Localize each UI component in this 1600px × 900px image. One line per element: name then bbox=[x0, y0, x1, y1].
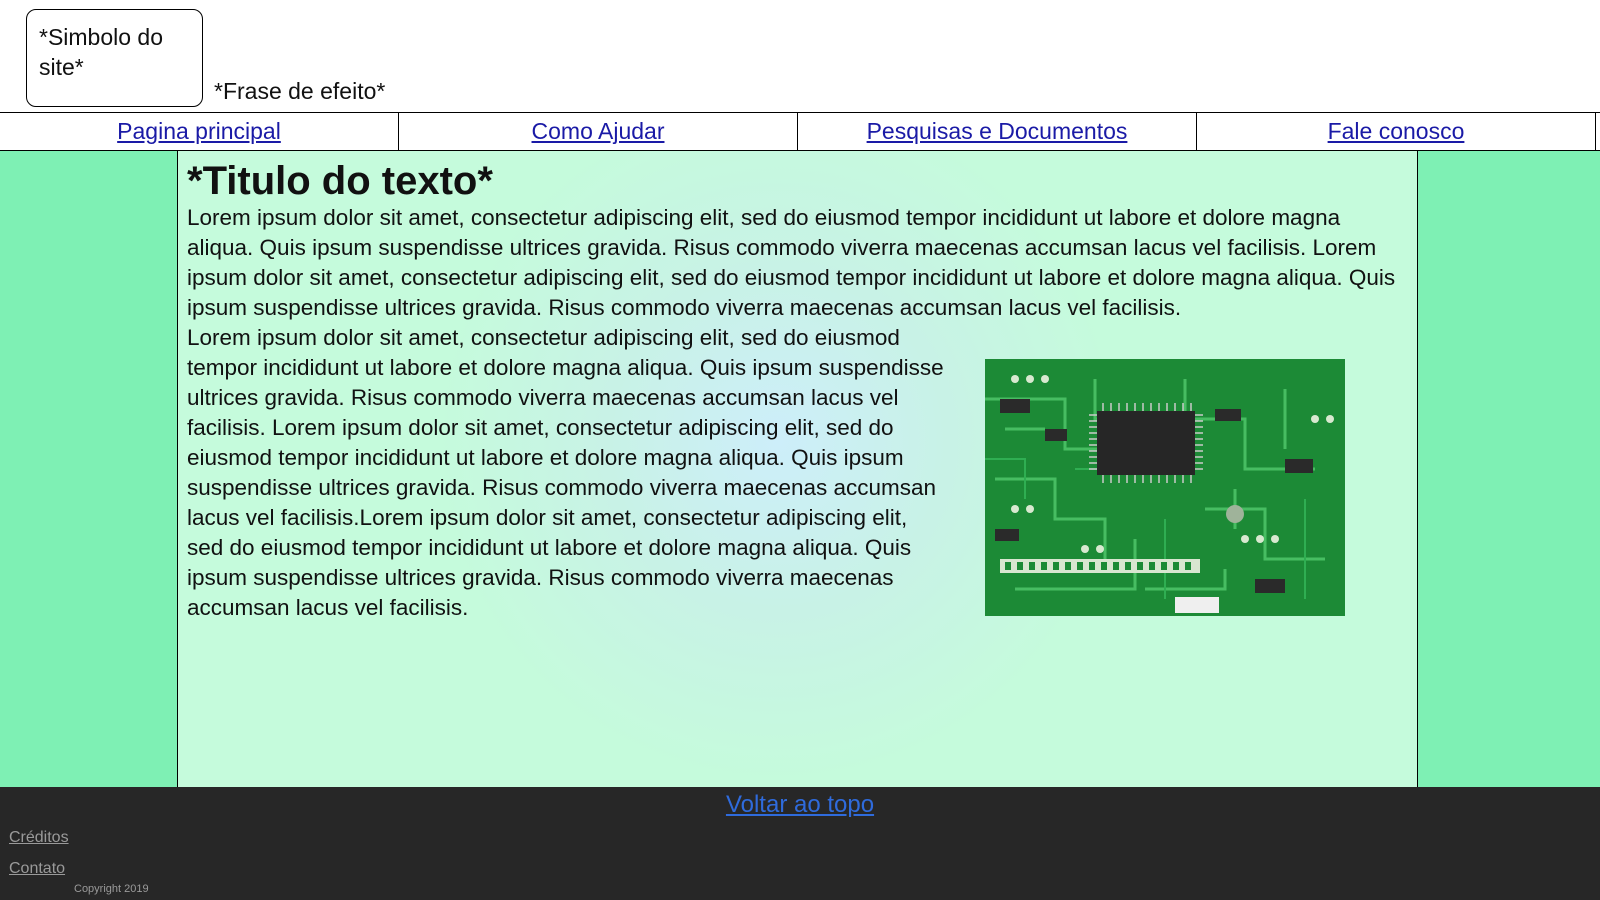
nav-link-how-to-help[interactable]: Como Ajudar bbox=[532, 118, 665, 145]
article-title: *Titulo do texto* bbox=[187, 159, 493, 203]
site-slogan: *Frase de efeito* bbox=[214, 78, 386, 104]
nav-link-home[interactable]: Pagina principal bbox=[117, 118, 281, 145]
copyright-text: Copyright 2019 bbox=[74, 883, 149, 895]
back-to-top-link[interactable]: Voltar ao topo bbox=[726, 791, 874, 818]
site-footer: Voltar ao topo Créditos Contato Copyrigh… bbox=[0, 787, 1600, 900]
credits-link[interactable]: Créditos bbox=[9, 829, 69, 847]
contact-link[interactable]: Contato bbox=[9, 860, 65, 878]
nav-item-contact-us: Fale conosco bbox=[1197, 113, 1596, 150]
nav-item-how-to-help: Como Ajudar bbox=[399, 113, 798, 150]
site-logo-text: *Simbolo do site* bbox=[39, 24, 164, 80]
main-nav: Pagina principal Como Ajudar Pesquisas e… bbox=[0, 112, 1600, 151]
article-paragraph-1: Lorem ipsum dolor sit amet, consectetur … bbox=[187, 205, 1396, 320]
content-panel: *Titulo do texto* Lorem ipsum dolor sit … bbox=[177, 151, 1418, 787]
nav-item-home: Pagina principal bbox=[0, 113, 399, 150]
circuit-board-image bbox=[985, 359, 1345, 616]
nav-item-research-documents: Pesquisas e Documentos bbox=[798, 113, 1197, 150]
nav-link-research-documents[interactable]: Pesquisas e Documentos bbox=[867, 118, 1128, 145]
back-to-top-container: Voltar ao topo bbox=[0, 791, 1600, 819]
nav-link-contact-us[interactable]: Fale conosco bbox=[1328, 118, 1465, 145]
site-logo-box[interactable]: *Simbolo do site* bbox=[26, 9, 203, 107]
site-header: *Simbolo do site* *Frase de efeito* bbox=[0, 0, 1600, 112]
article-paragraph-2: Lorem ipsum dolor sit amet, consectetur … bbox=[187, 325, 944, 620]
